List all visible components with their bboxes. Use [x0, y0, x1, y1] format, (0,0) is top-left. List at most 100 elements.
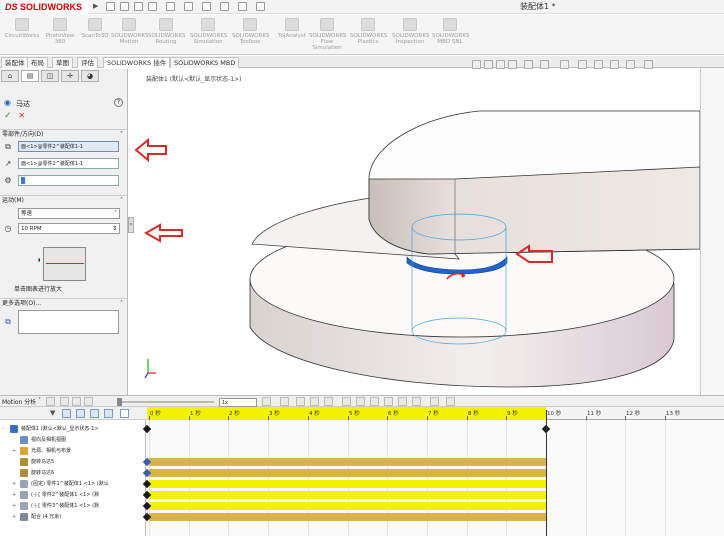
timeline-change-bar[interactable] — [149, 502, 546, 510]
dynamic-annotation-icon[interactable] — [524, 60, 533, 69]
force-tool-icon[interactable] — [384, 397, 393, 406]
view-orientation-icon[interactable] — [540, 60, 549, 69]
tab-evaluate[interactable]: 评估 — [77, 57, 98, 68]
spin-stepper-icon[interactable]: ⇕ — [112, 224, 117, 234]
expand-icon[interactable]: + — [12, 479, 16, 489]
command-button[interactable]: TolAnalyst — [274, 18, 310, 39]
motor-direction-field[interactable]: 面<1>@零件2^装配体1-1 — [18, 158, 119, 169]
timeline-change-bar[interactable] — [149, 458, 546, 466]
command-button[interactable]: SOLIDWORKS Flow Simulation — [309, 18, 346, 51]
apply-scene-icon[interactable] — [610, 60, 619, 69]
command-button[interactable]: SOLIDWORKS Plastics — [350, 18, 387, 45]
motor-tool-icon[interactable] — [342, 397, 351, 406]
more-options-selection-list[interactable] — [18, 310, 119, 334]
section-view-icon[interactable] — [508, 60, 517, 69]
home-icon[interactable] — [106, 2, 115, 11]
filter-results-icon[interactable] — [104, 409, 113, 418]
tab-solidworks-mbd[interactable]: SOLIDWORKS MBD — [170, 57, 240, 68]
menu-arrow-icon[interactable]: ▶ — [93, 2, 98, 10]
feature-manager-icon[interactable]: ⌂ — [1, 70, 19, 82]
playback-mode-icon[interactable] — [262, 397, 271, 406]
timeline-change-bar[interactable] — [149, 469, 546, 477]
rebuild-icon[interactable] — [238, 2, 247, 11]
tab-assembly[interactable]: 装配体 — [1, 57, 29, 68]
solidworks-logo[interactable]: DS SOLIDWORKS — [2, 0, 88, 14]
expand-icon[interactable]: + — [12, 512, 16, 522]
component-direction-section-header[interactable]: 零部件/方向(D) ˄ — [0, 129, 127, 139]
command-button[interactable]: CircuitWorks — [4, 18, 40, 39]
filter-driving-icon[interactable] — [76, 409, 85, 418]
configuration-manager-icon[interactable]: ◫ — [41, 70, 59, 82]
zoom-to-fit-icon[interactable] — [472, 60, 481, 69]
command-button[interactable]: SOLIDWORKS MBD SNL — [432, 18, 469, 45]
dimxpert-manager-icon[interactable]: ✛ — [61, 70, 79, 82]
view-settings-icon[interactable] — [626, 60, 635, 69]
results-plots-icon[interactable] — [430, 397, 439, 406]
expand-icon[interactable]: + — [12, 446, 16, 456]
command-button[interactable]: SOLIDWORKS Simulation — [190, 18, 227, 45]
zoom-timeline-icon[interactable] — [120, 409, 129, 418]
tree-item[interactable]: 旋转马达6 — [0, 468, 146, 478]
edit-appearance-icon[interactable] — [594, 60, 603, 69]
hide-show-items-icon[interactable] — [578, 60, 587, 69]
tree-item[interactable]: + (-) [ 零件2^装配体1 <1> (默 — [0, 490, 146, 500]
tab-sketch[interactable]: 草图 — [52, 57, 73, 68]
command-button[interactable]: SOLIDWORKS Motion — [111, 18, 148, 45]
undo-icon[interactable] — [184, 2, 193, 11]
save-animation-icon[interactable] — [280, 397, 289, 406]
calculate-icon[interactable] — [46, 397, 55, 406]
collapse-caret-icon[interactable]: ˄ — [120, 299, 123, 309]
expand-icon[interactable]: + — [12, 490, 16, 500]
cancel-button[interactable]: ✕ — [18, 111, 25, 120]
timeline-change-bar[interactable] — [149, 491, 546, 499]
expand-icon[interactable]: + — [12, 501, 16, 511]
tree-item[interactable]: + 光源、相机与布景 — [0, 446, 146, 456]
new-document-icon[interactable] — [120, 2, 129, 11]
graphics-tree-root[interactable]: 装配体1 (默认<默认_显示状态-1>) — [146, 74, 241, 83]
timeline-change-bar[interactable] — [149, 480, 546, 488]
redo-icon[interactable] — [202, 2, 211, 11]
select-icon[interactable] — [220, 2, 229, 11]
display-style-icon[interactable] — [560, 60, 569, 69]
motor-location-field[interactable]: 面<1>@零件2^装配体1-1 — [18, 141, 119, 152]
motion-section-header[interactable]: 运动(M) ˄ — [0, 195, 127, 205]
timeline-change-bar[interactable] — [149, 513, 546, 521]
display-monitor-icon[interactable] — [644, 60, 653, 69]
play-from-start-icon[interactable] — [60, 397, 69, 406]
collapse-caret-icon[interactable]: ˄ — [120, 196, 123, 206]
study-type-label[interactable]: Motion 分析 — [2, 397, 36, 406]
tree-item[interactable]: 视向及相机视图 — [0, 435, 146, 445]
filter-animated-icon[interactable] — [62, 409, 71, 418]
print-icon[interactable] — [166, 2, 175, 11]
playback-speed-select[interactable]: 1x — [219, 398, 257, 407]
add-key-icon[interactable] — [324, 397, 333, 406]
command-button[interactable]: SOLIDWORKS Toolbox — [232, 18, 269, 45]
command-button[interactable]: SOLIDWORKS Routing — [148, 18, 185, 45]
component-to-move-field[interactable] — [18, 175, 119, 186]
gravity-tool-icon[interactable] — [412, 397, 421, 406]
spring-tool-icon[interactable] — [356, 397, 365, 406]
filter-selected-icon[interactable] — [90, 409, 99, 418]
collapse-icon[interactable]: - — [2, 424, 4, 434]
tab-solidworks-addins[interactable]: SOLIDWORKS 插件 — [103, 57, 171, 68]
tab-layout[interactable]: 布局 — [27, 57, 48, 68]
property-manager-icon[interactable]: ▤ — [21, 70, 39, 82]
contact-tool-icon[interactable] — [398, 397, 407, 406]
zoom-area-icon[interactable] — [484, 60, 493, 69]
ok-button[interactable]: ✓ — [4, 111, 12, 121]
previous-view-icon[interactable] — [496, 60, 505, 69]
animation-wizard-icon[interactable] — [296, 397, 305, 406]
command-button[interactable]: ScanTo3D — [77, 18, 113, 39]
motion-study-properties-icon[interactable] — [446, 397, 455, 406]
motion-type-select[interactable]: 等速 ˅ — [18, 208, 120, 219]
playback-slider-thumb[interactable] — [117, 398, 122, 406]
tree-item[interactable]: - 装配体1 (默认<默认_显示状态-1> — [0, 424, 146, 434]
motor-direction-icon[interactable]: ↗ — [3, 159, 13, 169]
tree-item[interactable]: + 配合 (4 冗余) — [0, 512, 146, 522]
display-manager-icon[interactable]: ◕ — [81, 70, 99, 82]
help-icon[interactable]: ? — [114, 98, 123, 107]
options-gear-icon[interactable] — [256, 2, 265, 11]
speed-input[interactable]: 10 RPM ⇕ — [18, 223, 120, 234]
damper-tool-icon[interactable] — [370, 397, 379, 406]
command-button[interactable]: PhotoView 360 — [42, 18, 78, 45]
